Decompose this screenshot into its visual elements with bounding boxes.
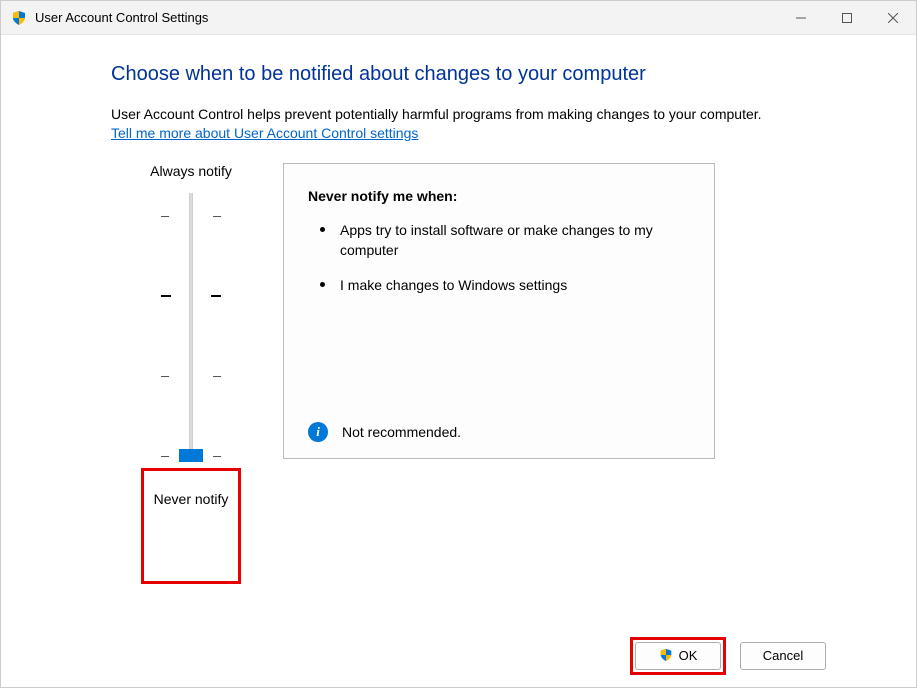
slider-tick-2 (161, 375, 221, 377)
panel-bullet: I make changes to Windows settings (316, 275, 690, 295)
slider-tick-4 (161, 215, 221, 217)
slider-bottom-label: Never notify (154, 491, 229, 507)
content-area: Choose when to be notified about changes… (1, 35, 916, 623)
uac-settings-window: User Account Control Settings Choose whe… (0, 0, 917, 688)
panel-bullet-list: Apps try to install software or make cha… (308, 220, 690, 309)
uac-shield-icon (659, 648, 675, 664)
annotation-highlight-slider (141, 468, 241, 584)
close-button[interactable] (870, 1, 916, 35)
panel-bullet: Apps try to install software or make cha… (316, 220, 690, 261)
ok-button[interactable]: OK (635, 642, 721, 670)
window-title: User Account Control Settings (35, 10, 208, 25)
slider-thumb[interactable] (179, 449, 203, 462)
page-heading: Choose when to be notified about changes… (111, 63, 856, 86)
annotation-highlight-ok: OK (630, 637, 726, 675)
panel-title: Never notify me when: (308, 188, 690, 204)
help-link[interactable]: Tell me more about User Account Control … (111, 125, 418, 141)
slider-track[interactable] (161, 193, 221, 461)
info-icon: i (308, 422, 328, 442)
window-controls (778, 1, 916, 35)
minimize-button[interactable] (778, 1, 824, 35)
titlebar: User Account Control Settings (1, 1, 916, 35)
cancel-button[interactable]: Cancel (740, 642, 826, 670)
body-row: Always notify Never notify Never notify … (111, 163, 856, 507)
description-panel: Never notify me when: Apps try to instal… (283, 163, 715, 459)
ok-button-label: OK (679, 648, 698, 663)
cancel-button-label: Cancel (763, 648, 803, 663)
maximize-button[interactable] (824, 1, 870, 35)
slider-top-label: Always notify (150, 163, 232, 179)
recommendation-row: i Not recommended. (308, 422, 690, 442)
notification-slider: Always notify Never notify (111, 163, 271, 507)
recommendation-text: Not recommended. (342, 424, 461, 440)
page-description: User Account Control helps prevent poten… (111, 104, 856, 125)
slider-tick-3 (161, 295, 221, 297)
uac-shield-icon (11, 10, 27, 26)
dialog-footer: OK Cancel (1, 623, 916, 687)
